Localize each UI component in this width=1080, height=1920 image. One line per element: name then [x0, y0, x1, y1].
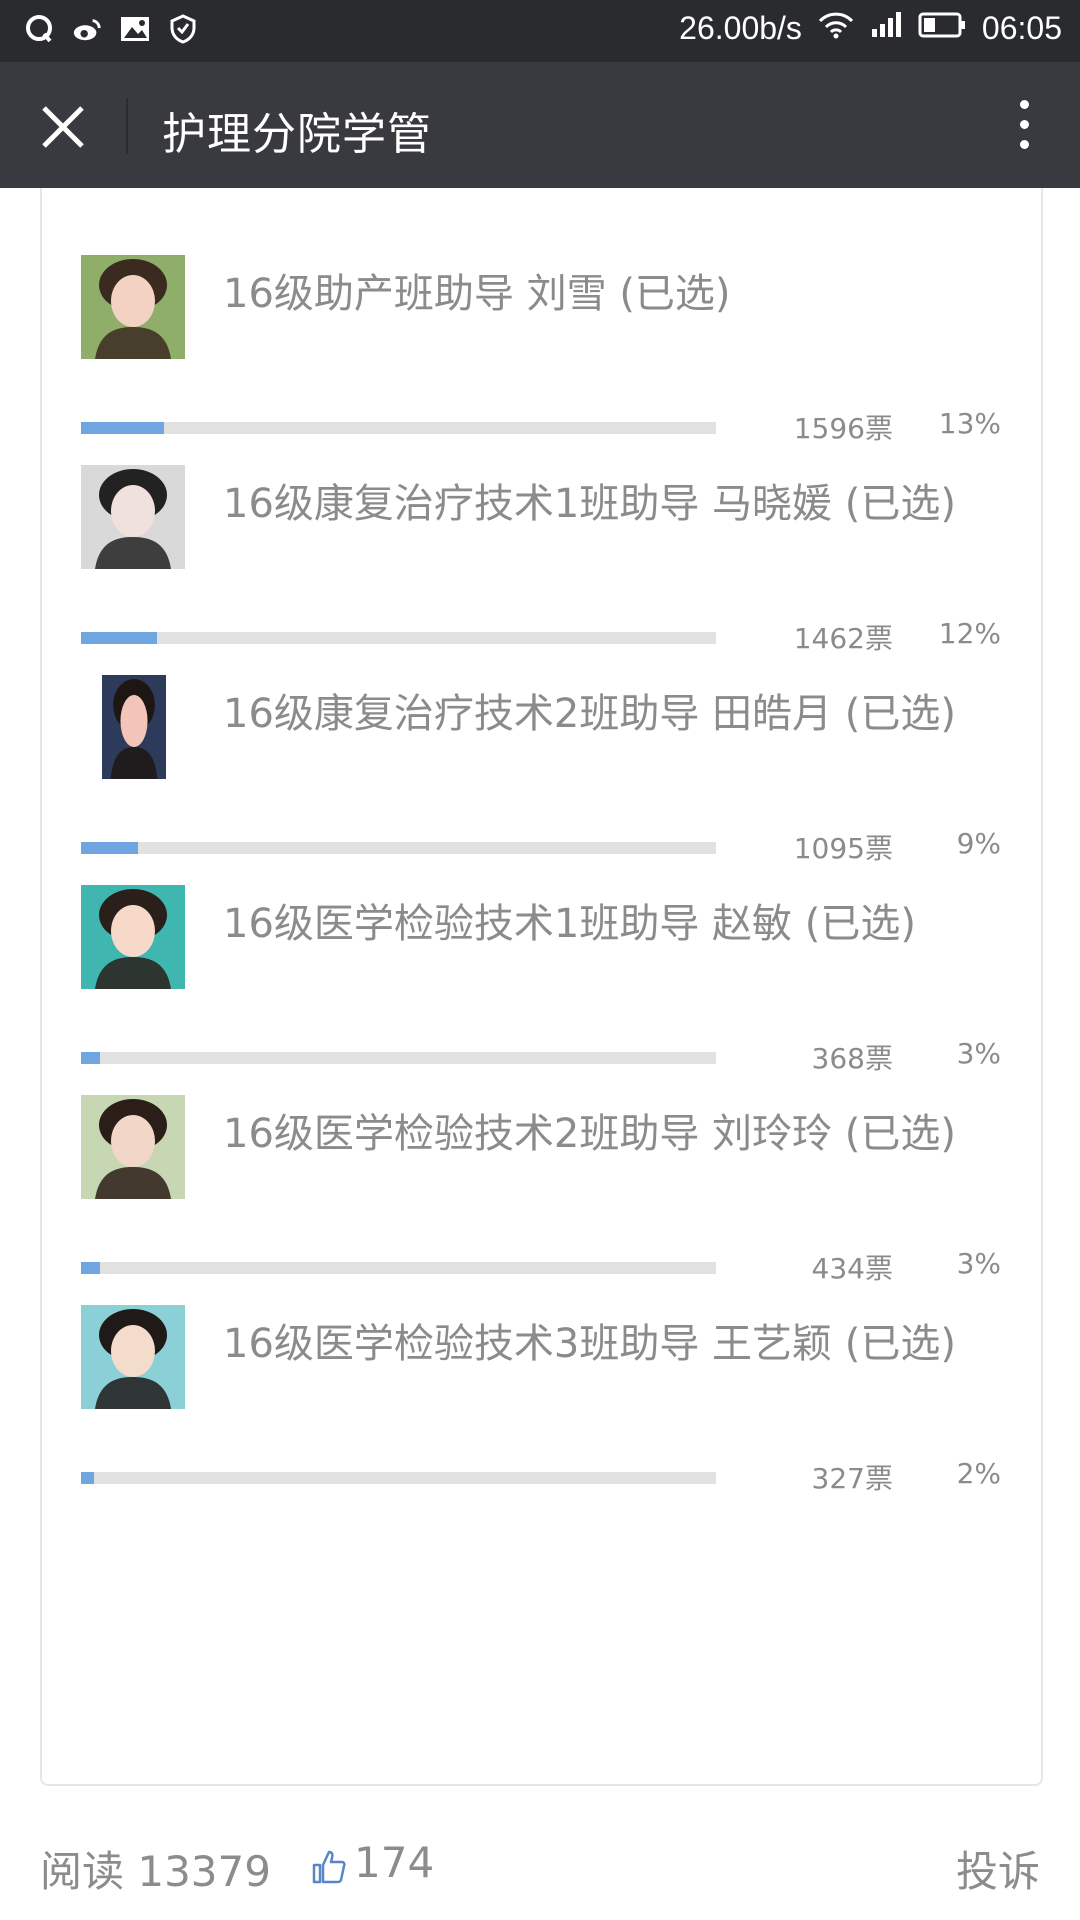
option-label: 16级助产班助导 刘雪 (已选) — [223, 271, 731, 317]
vote-count: 368票 — [811, 1042, 893, 1075]
progress-fill — [81, 842, 138, 854]
progress-track — [81, 1262, 716, 1274]
candidate-avatar — [81, 465, 185, 569]
progress-track — [81, 422, 716, 434]
close-icon — [42, 106, 84, 148]
shield-icon — [168, 14, 198, 44]
qq-icon — [24, 14, 54, 44]
battery-icon — [918, 10, 966, 47]
clock: 06:05 — [981, 10, 1062, 46]
option-label: 16级医学检验技术2班助导 刘玲玲 (已选) — [223, 1111, 956, 1157]
gallery-icon — [120, 14, 150, 44]
thumbs-up-icon[interactable] — [311, 1846, 347, 1884]
report-link[interactable]: 投诉 — [956, 1838, 1040, 1899]
vote-percent: 3% — [956, 1037, 1001, 1070]
vote-option[interactable]: 16级医学检验技术3班助导 王艺颖 (已选) 327票 2% — [40, 1305, 1039, 1562]
wifi-icon — [818, 10, 854, 47]
notification-icons — [24, 14, 198, 44]
like-count[interactable]: 174 — [354, 1838, 434, 1887]
option-label: 16级康复治疗技术2班助导 田皓月 (已选) — [223, 691, 956, 737]
progress-track — [81, 632, 716, 644]
progress-track — [81, 842, 716, 854]
progress-track — [81, 1052, 716, 1064]
vote-count: 1095票 — [793, 832, 893, 865]
candidate-avatar — [81, 1095, 185, 1199]
vote-count: 1462票 — [793, 622, 893, 655]
vote-percent: 2% — [956, 1457, 1001, 1490]
page-title: 护理分院学管 — [162, 109, 432, 160]
option-label: 16级康复治疗技术1班助导 马晓媛 (已选) — [223, 481, 956, 527]
vote-percent: 3% — [956, 1247, 1001, 1280]
progress-fill — [81, 1052, 100, 1064]
candidate-avatar — [81, 885, 185, 989]
candidate-avatar — [102, 675, 166, 779]
vote-percent: 9% — [956, 827, 1001, 860]
close-button[interactable] — [36, 100, 90, 154]
option-label: 16级医学检验技术3班助导 王艺颖 (已选) — [223, 1321, 956, 1367]
title-divider — [126, 98, 128, 154]
vote-count: 327票 — [811, 1462, 893, 1495]
vote-percent: 12% — [938, 617, 1001, 650]
more-menu-button[interactable] — [1014, 100, 1034, 152]
article-footer: 阅读 13379 174 投诉 — [0, 1838, 1080, 1898]
read-count: 阅读 13379 — [40, 1847, 271, 1896]
progress-fill — [81, 422, 164, 434]
progress-track — [81, 1472, 716, 1484]
vote-percent: 13% — [938, 407, 1001, 440]
weibo-icon — [72, 14, 102, 44]
status-bar: 26.00b/s 06:05 — [0, 0, 1080, 62]
progress-fill — [81, 1262, 100, 1274]
candidate-avatar — [81, 255, 185, 359]
candidate-avatar — [81, 1305, 185, 1409]
vote-count: 434票 — [811, 1252, 893, 1285]
signal-icon — [870, 10, 902, 47]
network-speed: 26.00b/s — [679, 10, 802, 46]
option-label: 16级医学检验技术1班助导 赵敏 (已选) — [223, 901, 916, 947]
title-bar: 护理分院学管 — [0, 62, 1080, 188]
progress-fill — [81, 632, 157, 644]
more-vertical-icon — [1014, 100, 1034, 149]
progress-fill — [81, 1472, 94, 1484]
vote-count: 1596票 — [793, 412, 893, 445]
